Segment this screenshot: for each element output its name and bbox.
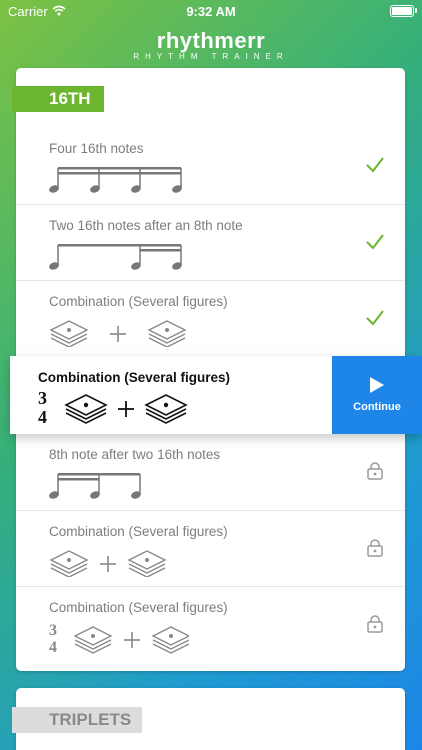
lesson-title: Combination (Several figures) [49, 524, 228, 539]
lock-icon [367, 539, 383, 557]
lesson-title: Four 16th notes [49, 141, 144, 156]
list-item[interactable]: Four 16th notes [16, 128, 405, 204]
list-item[interactable]: Combination (Several figures) [16, 510, 405, 586]
combination-icon [49, 320, 187, 347]
svg-text:4: 4 [38, 407, 47, 425]
list-item[interactable]: Combination (Several figures) [16, 280, 405, 356]
clock: 9:32 AM [186, 4, 236, 19]
section-label-triplets: TRIPLETS [12, 707, 142, 733]
combination-3-4-icon: 3 4 [38, 389, 188, 425]
two-16th-8th-icon [49, 473, 141, 499]
app-logo: rhythmerr RHYTHM TRAINER [0, 28, 422, 61]
check-icon [366, 234, 384, 250]
play-icon [370, 377, 384, 393]
check-icon [366, 157, 384, 173]
lock-icon [367, 615, 383, 633]
svg-text:3: 3 [49, 622, 57, 639]
svg-text:3: 3 [38, 389, 47, 408]
lesson-title: Two 16th notes after an 8th note [49, 218, 243, 233]
combination-icon [49, 550, 167, 577]
logo-subtitle: RHYTHM TRAINER [133, 52, 289, 61]
screen: Carrier 9:32 AM rhythmerr RHYTHM TRAINER… [0, 0, 422, 750]
lesson-title: Combination (Several figures) [38, 370, 231, 385]
list-item[interactable]: 8th note after two 16th notes [16, 434, 405, 510]
lesson-title: Combination (Several figures) [49, 600, 228, 615]
continue-button[interactable]: Continue [332, 356, 422, 434]
lesson-title: Combination (Several figures) [49, 294, 228, 309]
battery-icon [390, 5, 417, 17]
lesson-title: 8th note after two 16th notes [49, 447, 221, 462]
svg-text:4: 4 [49, 639, 57, 655]
combination-3-4-icon: 3 4 [49, 622, 189, 655]
section-label-16th: 16TH [12, 86, 104, 112]
status-bar: Carrier 9:32 AM [0, 0, 422, 24]
list-item[interactable]: Combination (Several figures) 3 4 [16, 586, 405, 662]
8th-two-16th-icon [49, 244, 182, 270]
list-item[interactable]: Two 16th notes after an 8th note [16, 204, 405, 280]
logo-name: rhythmerr [156, 28, 266, 53]
continue-label: Continue [353, 401, 401, 413]
check-icon [366, 310, 384, 326]
lock-icon [367, 462, 383, 480]
four-16th-notes-icon [49, 167, 182, 193]
